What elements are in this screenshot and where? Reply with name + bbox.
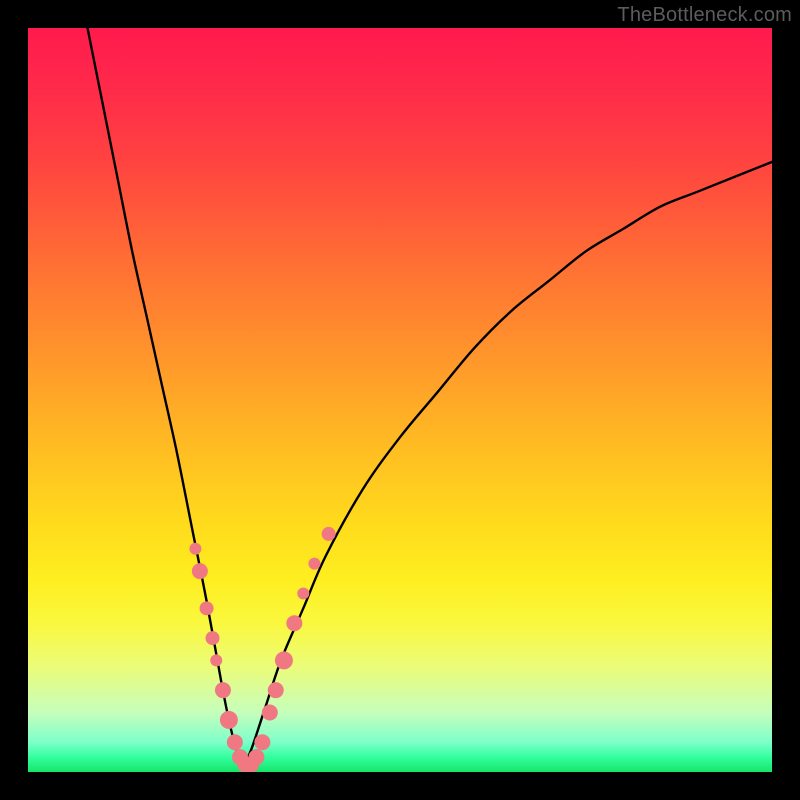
sample-point (248, 749, 264, 765)
plot-area (28, 28, 772, 772)
sample-point (210, 654, 222, 666)
sample-point (308, 558, 320, 570)
sample-point (215, 682, 231, 698)
sample-point (220, 711, 238, 729)
chart-frame: TheBottleneck.com (0, 0, 800, 800)
sample-point (192, 563, 208, 579)
watermark-text: TheBottleneck.com (617, 4, 792, 27)
sample-point (268, 682, 284, 698)
bottleneck-curve-svg (28, 28, 772, 772)
sample-point (200, 601, 214, 615)
sample-point (227, 734, 243, 750)
sample-point (275, 651, 293, 669)
sample-point (322, 527, 336, 541)
sample-point (254, 734, 270, 750)
sample-point (189, 543, 201, 555)
sample-point (206, 631, 220, 645)
sample-point (262, 704, 278, 720)
curve-right-branch (244, 162, 772, 765)
sample-points-group (189, 527, 335, 772)
curve-left-branch (88, 28, 244, 765)
sample-point (286, 615, 302, 631)
sample-point (297, 587, 309, 599)
